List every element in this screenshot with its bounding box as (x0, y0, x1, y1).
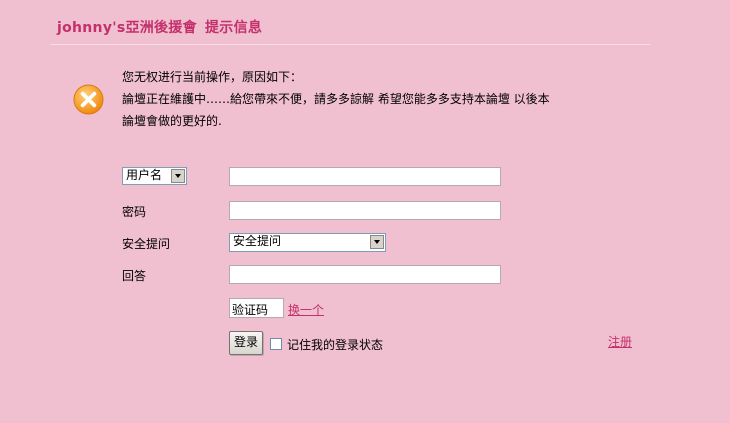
page-name: 提示信息 (204, 20, 263, 36)
password-label: 密码 (122, 205, 147, 219)
login-button[interactable]: 登录 (229, 331, 263, 355)
chevron-down-icon[interactable] (171, 169, 185, 183)
security-question-label: 安全提问 (122, 237, 171, 251)
captcha-input[interactable]: 验证码 (229, 298, 284, 318)
security-question-select[interactable]: 安全提问 (229, 233, 386, 252)
answer-label: 回答 (122, 269, 147, 283)
password-input[interactable] (229, 201, 501, 220)
message-line-2: 論壇正在維護中……給您帶來不便，請多多諒解 希望您能多多支持本論壇 以後本 (122, 92, 550, 106)
chevron-down-icon[interactable] (370, 235, 384, 249)
error-x-icon (73, 84, 104, 115)
message-line-3: 論壇會做的更好的. (122, 114, 222, 128)
remember-me-label: 记住我的登录状态 (287, 338, 384, 352)
header-divider (50, 44, 650, 45)
remember-me-checkbox[interactable] (270, 338, 282, 350)
username-input[interactable] (229, 167, 501, 186)
error-message: 您无权进行当前操作，原因如下： 論壇正在維護中……給您帶來不便，請多多諒解 希望… (122, 66, 642, 132)
site-name: johnny's亞洲後援會 (57, 20, 197, 36)
security-question-value: 安全提问 (233, 234, 282, 248)
refresh-captcha-link[interactable]: 换一个 (288, 301, 324, 318)
message-line-1: 您无权进行当前操作，原因如下： (122, 70, 303, 84)
username-type-value: 用户名 (126, 168, 163, 182)
username-type-select[interactable]: 用户名 (122, 167, 187, 185)
register-link[interactable]: 注册 (608, 333, 632, 350)
answer-input[interactable] (229, 265, 501, 284)
page-title: johnny's亞洲後援會 提示信息 (57, 17, 262, 37)
